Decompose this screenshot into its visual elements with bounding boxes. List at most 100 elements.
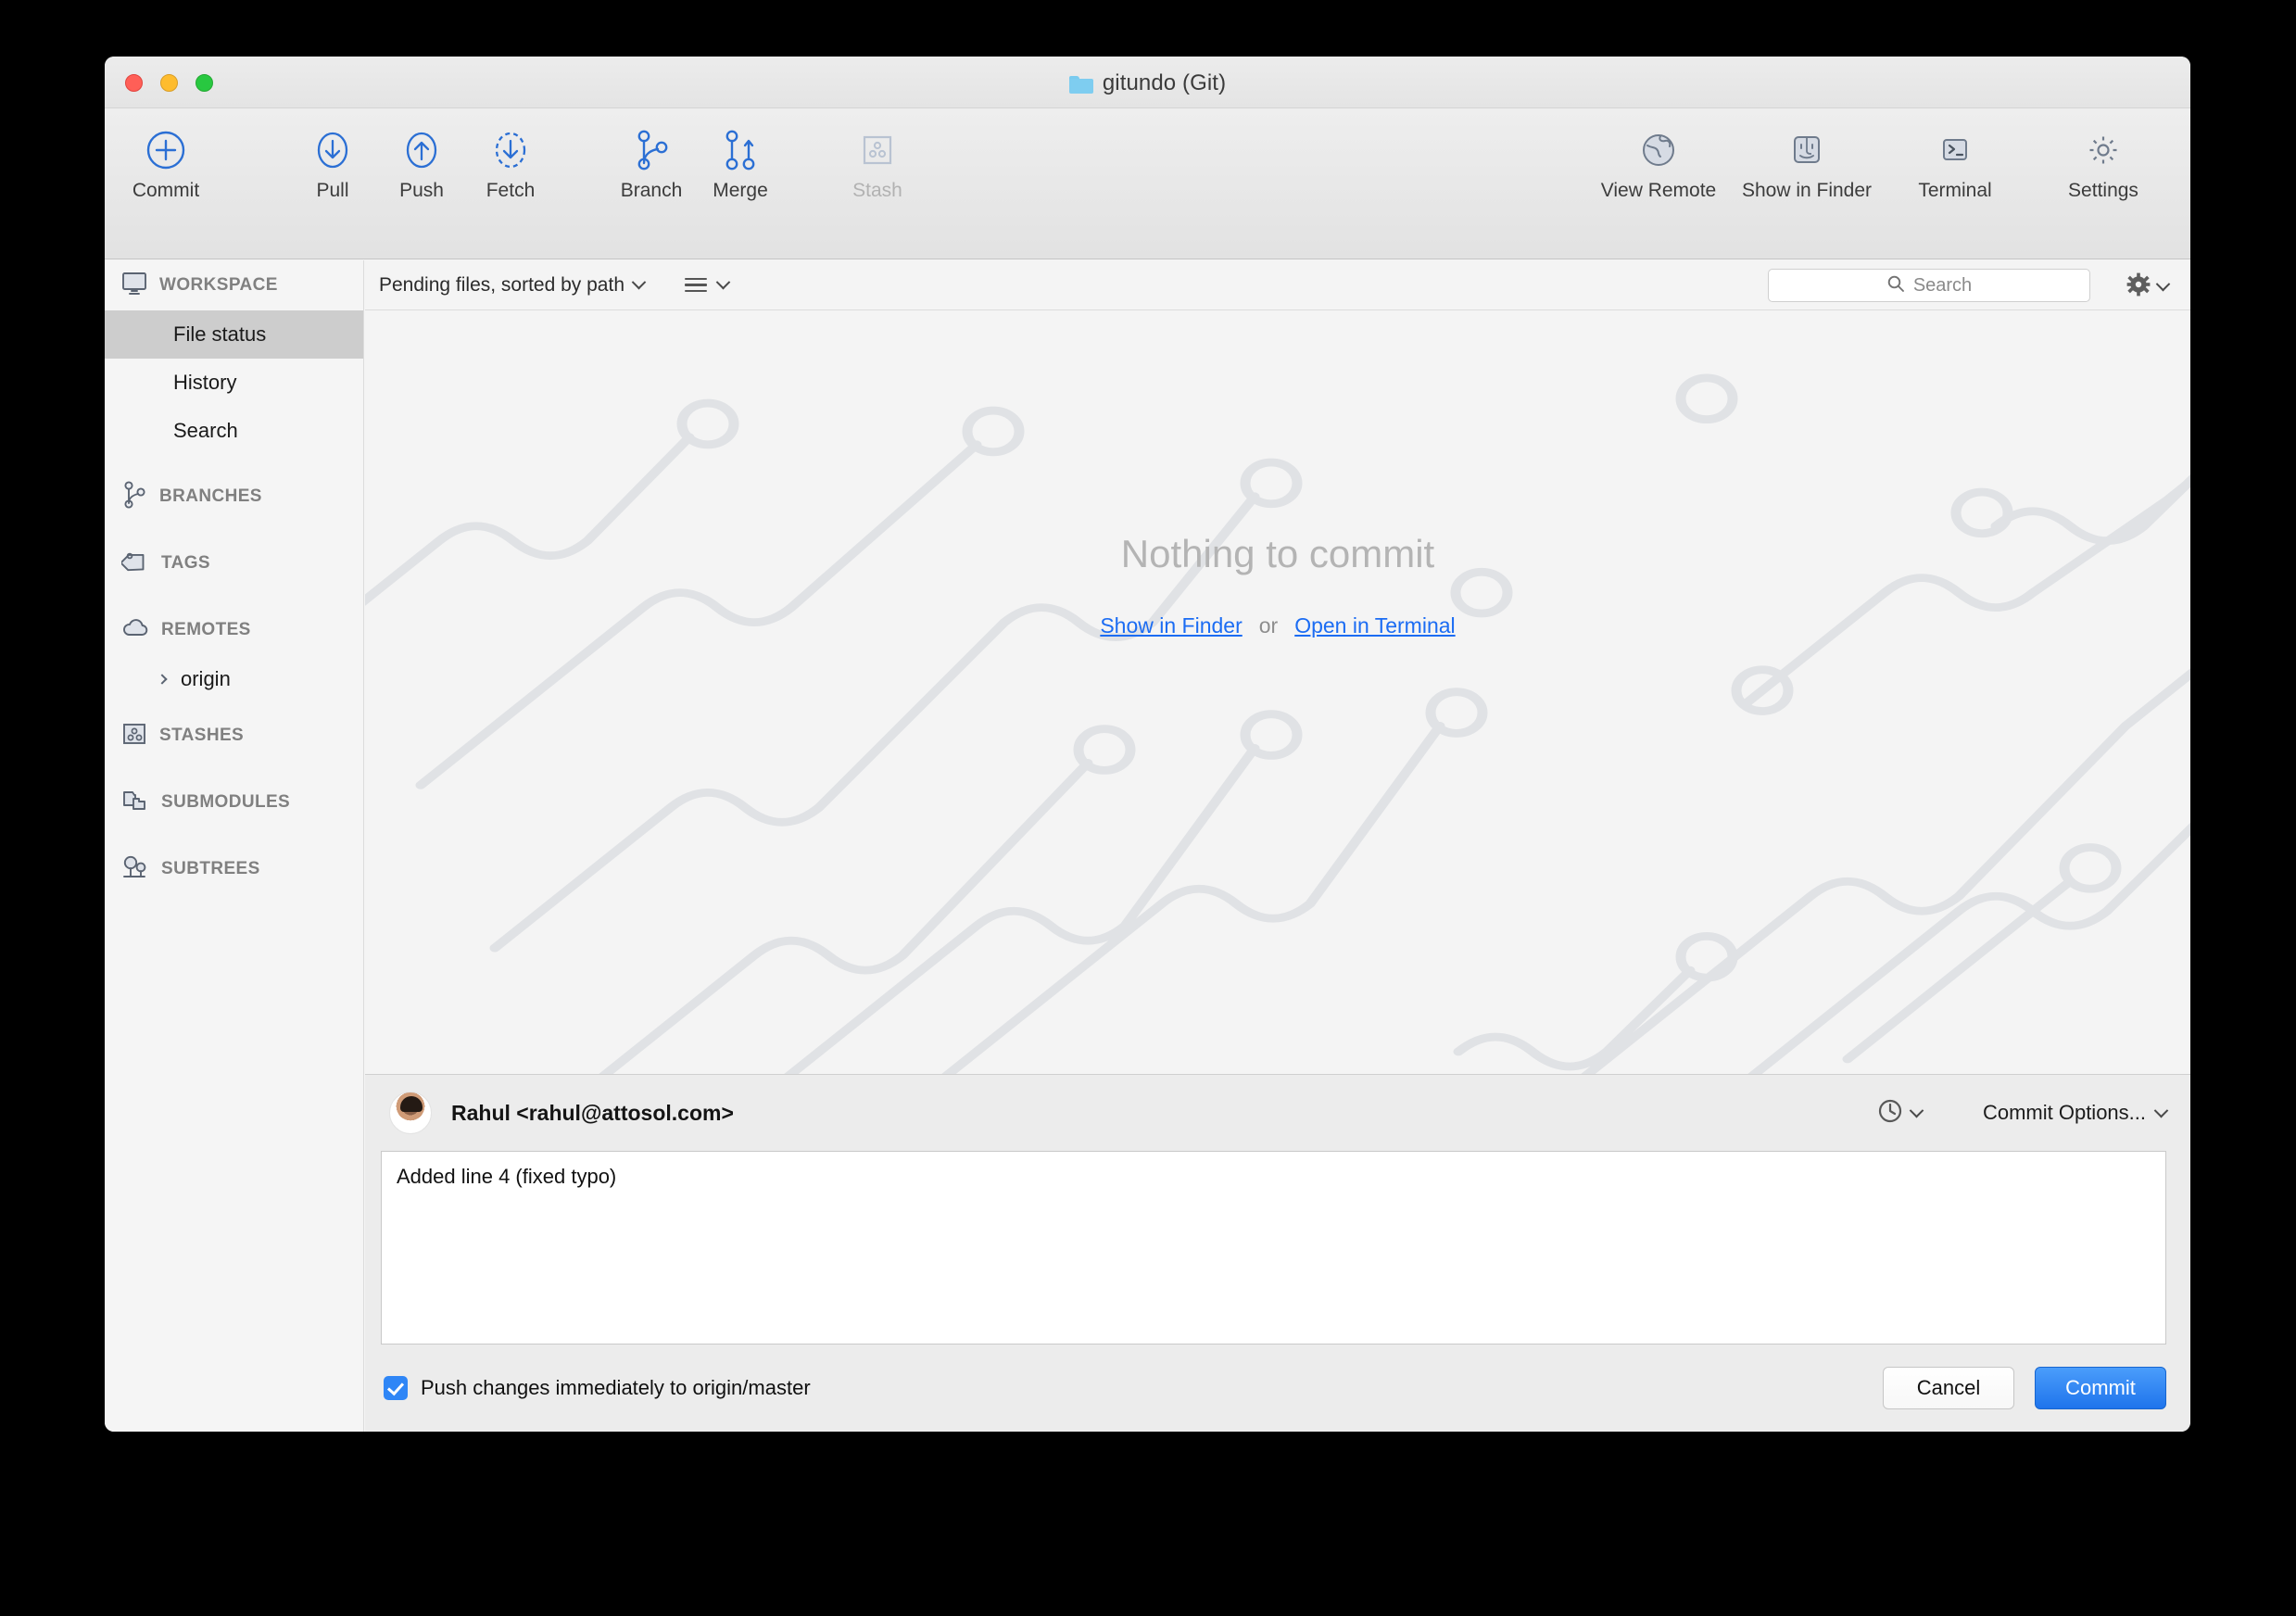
- view-mode-dropdown[interactable]: [685, 274, 731, 297]
- fetch-toolbar-button[interactable]: Fetch: [466, 108, 555, 202]
- gear-icon: [2083, 124, 2124, 176]
- stash-toolbar-label: Stash: [852, 180, 902, 201]
- chevron-right-icon[interactable]: [157, 674, 168, 685]
- settings-dropdown[interactable]: [2126, 272, 2171, 301]
- sidebar-section-workspace[interactable]: WORKSPACE: [105, 260, 363, 310]
- open-in-terminal-link[interactable]: Open in Terminal: [1294, 613, 1455, 638]
- commit-options-dropdown[interactable]: Commit Options...: [1982, 1101, 2169, 1125]
- monitor-icon: [121, 271, 147, 300]
- settings-toolbar-label: Settings: [2068, 180, 2138, 201]
- toolbar-left-group: Commit Pull Push Fetch Branch Merge Stas…: [121, 108, 922, 202]
- branch-toolbar-label: Branch: [620, 180, 683, 201]
- subtrees-icon: [121, 854, 149, 885]
- commit-panel-buttons: Cancel Commit: [1883, 1366, 2166, 1409]
- terminal-toolbar-button[interactable]: Terminal: [1881, 108, 2029, 202]
- checkbox-checked-icon[interactable]: [384, 1375, 408, 1400]
- branch-icon: [121, 480, 147, 514]
- commit-message-input[interactable]: Added line 4 (fixed typo): [381, 1151, 2166, 1345]
- sort-dropdown[interactable]: Pending files, sorted by path: [379, 274, 647, 297]
- sidebar-item-file-status[interactable]: File status: [105, 310, 363, 359]
- search-placeholder: Search: [1912, 274, 1973, 296]
- empty-state-title: Nothing to commit: [1120, 532, 1435, 575]
- sidebar-section-remotes[interactable]: REMOTES: [105, 605, 363, 655]
- clock-history-icon: [1876, 1097, 1904, 1130]
- chevron-down-icon: [631, 274, 647, 290]
- sidebar-item-origin[interactable]: origin: [105, 655, 363, 703]
- merge-icon: [720, 124, 761, 176]
- sidebar-section-stashes-label: STASHES: [159, 726, 245, 745]
- sidebar-section-remotes-label: REMOTES: [161, 620, 251, 639]
- empty-state: Nothing to commit Show in Finder or Open…: [365, 532, 2190, 638]
- sidebar-section-submodules[interactable]: SUBMODULES: [105, 777, 363, 827]
- fetch-toolbar-label: Fetch: [486, 180, 536, 201]
- sidebar-item-origin-label: origin: [181, 667, 231, 690]
- commit-panel-header-actions: Commit Options...: [1876, 1075, 2169, 1151]
- empty-state-canvas: Nothing to commit Show in Finder or Open…: [365, 311, 2190, 1074]
- commit-message-text: Added line 4 (fixed typo): [397, 1165, 617, 1188]
- empty-state-separator: or: [1258, 613, 1279, 638]
- chevron-down-icon: [2155, 276, 2171, 292]
- view-remote-toolbar-label: View Remote: [1600, 180, 1717, 201]
- list-view-icon: [685, 274, 708, 297]
- cancel-button[interactable]: Cancel: [1883, 1366, 2014, 1409]
- push-toolbar-button[interactable]: Push: [377, 108, 466, 202]
- push-immediately-checkbox[interactable]: Push changes immediately to origin/maste…: [384, 1375, 811, 1400]
- chevron-down-icon: [2153, 1103, 2169, 1117]
- push-up-arrow-circle-icon: [401, 124, 442, 176]
- tag-icon: [120, 549, 149, 579]
- sidebar-item-history-label: History: [173, 371, 237, 394]
- stash-box-icon: [858, 124, 897, 176]
- commit-author: Rahul <rahul@attosol.com>: [451, 1100, 734, 1125]
- search-icon: [1886, 274, 1905, 297]
- merge-toolbar-button[interactable]: Merge: [696, 108, 785, 202]
- folder-icon: [1068, 74, 1093, 94]
- sidebar-item-search[interactable]: Search: [105, 407, 363, 455]
- commit-toolbar-button[interactable]: Commit: [121, 108, 210, 202]
- commit-plus-circle-icon: [144, 124, 188, 176]
- terminal-toolbar-label: Terminal: [1918, 180, 1992, 201]
- push-toolbar-label: Push: [399, 180, 444, 201]
- sidebar-section-tags-label: TAGS: [161, 553, 210, 573]
- window-title-group: gitundo (Git): [105, 70, 2190, 96]
- show-in-finder-toolbar-button[interactable]: Show in Finder: [1733, 108, 1881, 202]
- commit-toolbar-label: Commit: [132, 180, 200, 201]
- sidebar-section-subtrees[interactable]: SUBTREES: [105, 844, 363, 894]
- sidebar-item-search-label: Search: [173, 419, 238, 442]
- pull-down-arrow-circle-icon: [312, 124, 353, 176]
- sidebar-section-branches-label: BRANCHES: [159, 486, 262, 506]
- main-toolbar: Commit Pull Push Fetch Branch Merge Stas…: [105, 108, 2190, 259]
- submodules-icon: [121, 789, 149, 817]
- sidebar-section-branches[interactable]: BRANCHES: [105, 472, 363, 522]
- settings-toolbar-button[interactable]: Settings: [2029, 108, 2177, 202]
- commit-panel-footer: Push changes immediately to origin/maste…: [365, 1344, 2190, 1432]
- sidebar-section-subtrees-label: SUBTREES: [161, 859, 260, 878]
- sidebar-section-tags[interactable]: TAGS: [105, 538, 363, 588]
- commit-button[interactable]: Commit: [2035, 1366, 2166, 1409]
- commit-panel-header: Rahul <rahul@attosol.com> Commit Options…: [365, 1075, 2190, 1151]
- branch-toolbar-button[interactable]: Branch: [607, 108, 696, 202]
- commit-history-dropdown[interactable]: [1876, 1097, 1924, 1130]
- globe-icon: [1638, 124, 1679, 176]
- sidebar-item-file-status-label: File status: [173, 322, 267, 346]
- chevron-down-icon: [715, 274, 731, 290]
- sidebar-section-workspace-label: WORKSPACE: [159, 275, 278, 295]
- terminal-icon: [1935, 124, 1975, 176]
- sidebar-section-stashes[interactable]: STASHES: [105, 711, 363, 761]
- sidebar: WORKSPACE File status History Search BRA…: [105, 260, 364, 1432]
- search-input[interactable]: Search: [1768, 269, 2090, 302]
- chevron-down-icon: [1909, 1103, 1924, 1117]
- view-remote-toolbar-button[interactable]: View Remote: [1584, 108, 1733, 202]
- pull-toolbar-label: Pull: [316, 180, 349, 201]
- commit-options-label: Commit Options...: [1982, 1101, 2146, 1124]
- show-in-finder-toolbar-label: Show in Finder: [1741, 180, 1873, 201]
- stash-toolbar-button[interactable]: Stash: [833, 108, 922, 202]
- show-in-finder-link[interactable]: Show in Finder: [1100, 613, 1242, 638]
- pull-toolbar-button[interactable]: Pull: [288, 108, 377, 202]
- sidebar-item-history[interactable]: History: [105, 359, 363, 407]
